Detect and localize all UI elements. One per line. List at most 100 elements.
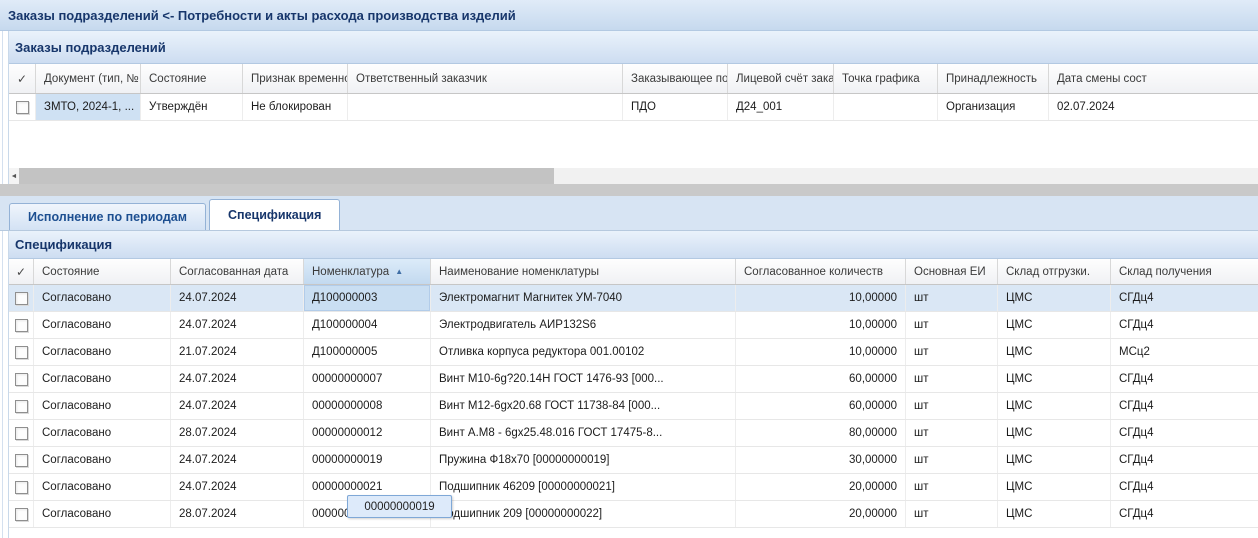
spec-row[interactable]: Согласовано24.07.202400000000008Винт М12… — [9, 393, 1258, 420]
spec-cell-r8-c7[interactable]: СГДц4 — [1111, 501, 1258, 527]
spec-cell-r6-c2[interactable]: 00000000019 — [304, 447, 431, 473]
spec-row[interactable]: Согласовано24.07.202400000000007Винт М10… — [9, 366, 1258, 393]
spec-cell-r8-c0[interactable]: Согласовано — [34, 501, 171, 527]
spec-column-header-6[interactable]: Склад отгрузки. — [998, 259, 1111, 284]
spec-cell-r6-c0[interactable]: Согласовано — [34, 447, 171, 473]
horizontal-scrollbar[interactable]: ◄ — [9, 168, 1258, 184]
spec-cell-r6-c5[interactable]: шт — [906, 447, 998, 473]
spec-cell-r3-c7[interactable]: СГДц4 — [1111, 366, 1258, 392]
spec-cell-r0-c0[interactable]: Согласовано — [34, 285, 171, 311]
orders-column-header-0[interactable]: Документ (тип, № — [36, 64, 141, 93]
spec-cell-r6-c7[interactable]: СГДц4 — [1111, 447, 1258, 473]
spec-cell-r1-c2[interactable]: Д100000004 — [304, 312, 431, 338]
row-checkbox[interactable] — [15, 346, 28, 359]
spec-cell-r5-c3[interactable]: Винт А.М8 - 6gх25.48.016 ГОСТ 17475-8... — [431, 420, 736, 446]
spec-column-header-3[interactable]: Наименование номенклатуры — [431, 259, 736, 284]
spec-cell-r5-c1[interactable]: 28.07.2024 — [171, 420, 304, 446]
spec-cell-r4-c0[interactable]: Согласовано — [34, 393, 171, 419]
spec-cell-r8-c4[interactable]: 20,00000 — [736, 501, 906, 527]
orders-column-header-6[interactable]: Точка графика — [834, 64, 938, 93]
scrollbar-track[interactable] — [19, 168, 1258, 184]
spec-cell-r2-c1[interactable]: 21.07.2024 — [171, 339, 304, 365]
spec-cell-r2-c3[interactable]: Отливка корпуса редуктора 001.00102 — [431, 339, 736, 365]
spec-cell-r5-c7[interactable]: СГДц4 — [1111, 420, 1258, 446]
spec-column-header-4[interactable]: Согласованное количеств — [736, 259, 906, 284]
orders-cell-r0-c1[interactable]: Утверждён — [141, 94, 243, 120]
spec-select-all-header[interactable]: ✓ — [9, 259, 34, 284]
spec-cell-r1-c4[interactable]: 10,00000 — [736, 312, 906, 338]
spec-cell-r4-c1[interactable]: 24.07.2024 — [171, 393, 304, 419]
spec-cell-r1-c5[interactable]: шт — [906, 312, 998, 338]
row-checkbox[interactable] — [15, 373, 28, 386]
spec-cell-r4-c6[interactable]: ЦМС — [998, 393, 1111, 419]
spec-row[interactable]: Согласовано24.07.202400000000021Подшипни… — [9, 474, 1258, 501]
spec-cell-r0-c4[interactable]: 10,00000 — [736, 285, 906, 311]
orders-cell-r0-c5[interactable]: Д24_001 — [728, 94, 834, 120]
spec-row[interactable]: Согласовано24.07.2024Д100000003Электрома… — [9, 285, 1258, 312]
spec-cell-r6-c1[interactable]: 24.07.2024 — [171, 447, 304, 473]
spec-cell-r7-c3[interactable]: Подшипник 46209 [00000000021] — [431, 474, 736, 500]
orders-column-header-2[interactable]: Признак временно — [243, 64, 348, 93]
spec-cell-r3-c6[interactable]: ЦМС — [998, 366, 1111, 392]
spec-cell-r4-c4[interactable]: 60,00000 — [736, 393, 906, 419]
spec-cell-r3-c5[interactable]: шт — [906, 366, 998, 392]
spec-cell-r0-c3[interactable]: Электромагнит Магнитек УМ-7040 — [431, 285, 736, 311]
spec-cell-r7-c1[interactable]: 24.07.2024 — [171, 474, 304, 500]
scrollbar-thumb[interactable] — [19, 168, 554, 184]
scroll-left-button[interactable]: ◄ — [9, 168, 19, 184]
tab-specification[interactable]: Спецификация — [209, 199, 340, 230]
spec-cell-r2-c7[interactable]: МСц2 — [1111, 339, 1258, 365]
spec-cell-r0-c7[interactable]: СГДц4 — [1111, 285, 1258, 311]
orders-cell-r0-c6[interactable] — [834, 94, 938, 120]
row-checkbox[interactable] — [15, 427, 28, 440]
spec-cell-r4-c2[interactable]: 00000000008 — [304, 393, 431, 419]
spec-cell-r8-c3[interactable]: Подшипник 209 [00000000022] — [431, 501, 736, 527]
spec-cell-r7-c4[interactable]: 20,00000 — [736, 474, 906, 500]
spec-row[interactable]: Согласовано24.07.202400000000019Пружина … — [9, 447, 1258, 474]
spec-column-header-5[interactable]: Основная ЕИ — [906, 259, 998, 284]
orders-column-header-1[interactable]: Состояние — [141, 64, 243, 93]
spec-column-header-2[interactable]: Номенклатура▲ — [304, 259, 431, 284]
spec-cell-r1-c0[interactable]: Согласовано — [34, 312, 171, 338]
spec-cell-r1-c6[interactable]: ЦМС — [998, 312, 1111, 338]
spec-cell-r3-c3[interactable]: Винт М10-6g?20.14Н ГОСТ 1476-93 [000... — [431, 366, 736, 392]
spec-cell-r1-c3[interactable]: Электродвигатель АИР132S6 — [431, 312, 736, 338]
row-checkbox[interactable] — [15, 481, 28, 494]
orders-column-header-7[interactable]: Принадлежность — [938, 64, 1049, 93]
spec-cell-r3-c2[interactable]: 00000000007 — [304, 366, 431, 392]
orders-column-header-8[interactable]: Дата смены сост — [1049, 64, 1258, 93]
spec-column-header-7[interactable]: Склад получения — [1111, 259, 1258, 284]
spec-cell-r5-c0[interactable]: Согласовано — [34, 420, 171, 446]
spec-cell-r6-c3[interactable]: Пружина Ф18х70 [00000000019] — [431, 447, 736, 473]
spec-cell-r7-c5[interactable]: шт — [906, 474, 998, 500]
spec-cell-r2-c6[interactable]: ЦМС — [998, 339, 1111, 365]
spec-cell-r6-c6[interactable]: ЦМС — [998, 447, 1111, 473]
spec-row[interactable]: Согласовано24.07.2024Д100000004Электродв… — [9, 312, 1258, 339]
spec-column-header-1[interactable]: Согласованная дата — [171, 259, 304, 284]
spec-cell-r1-c1[interactable]: 24.07.2024 — [171, 312, 304, 338]
spec-cell-r8-c5[interactable]: шт — [906, 501, 998, 527]
orders-cell-r0-c4[interactable]: ПДО — [623, 94, 728, 120]
spec-cell-r1-c7[interactable]: СГДц4 — [1111, 312, 1258, 338]
row-checkbox[interactable] — [15, 319, 28, 332]
panel-splitter[interactable] — [0, 184, 1258, 196]
spec-cell-r3-c0[interactable]: Согласовано — [34, 366, 171, 392]
spec-cell-r2-c5[interactable]: шт — [906, 339, 998, 365]
orders-cell-r0-c0[interactable]: ЗМТО, 2024-1, ... — [36, 94, 141, 120]
orders-cell-r0-c3[interactable] — [348, 94, 623, 120]
spec-cell-r4-c3[interactable]: Винт М12-6gх20.68 ГОСТ 11738-84 [000... — [431, 393, 736, 419]
orders-cell-r0-c2[interactable]: Не блокирован — [243, 94, 348, 120]
spec-cell-r4-c5[interactable]: шт — [906, 393, 998, 419]
spec-cell-r0-c6[interactable]: ЦМС — [998, 285, 1111, 311]
spec-cell-r0-c5[interactable]: шт — [906, 285, 998, 311]
spec-cell-r8-c6[interactable]: ЦМС — [998, 501, 1111, 527]
orders-row[interactable]: ЗМТО, 2024-1, ...УтверждёнНе блокирован П… — [9, 94, 1258, 121]
orders-column-header-3[interactable]: Ответственный заказчик — [348, 64, 623, 93]
spec-cell-r3-c1[interactable]: 24.07.2024 — [171, 366, 304, 392]
spec-cell-r0-c2[interactable]: Д100000003 — [304, 285, 431, 311]
spec-cell-r0-c1[interactable]: 24.07.2024 — [171, 285, 304, 311]
orders-cell-r0-c7[interactable]: Организация — [938, 94, 1049, 120]
spec-cell-r5-c6[interactable]: ЦМС — [998, 420, 1111, 446]
row-checkbox[interactable] — [15, 454, 28, 467]
orders-select-all-header[interactable]: ✓ — [9, 64, 36, 93]
